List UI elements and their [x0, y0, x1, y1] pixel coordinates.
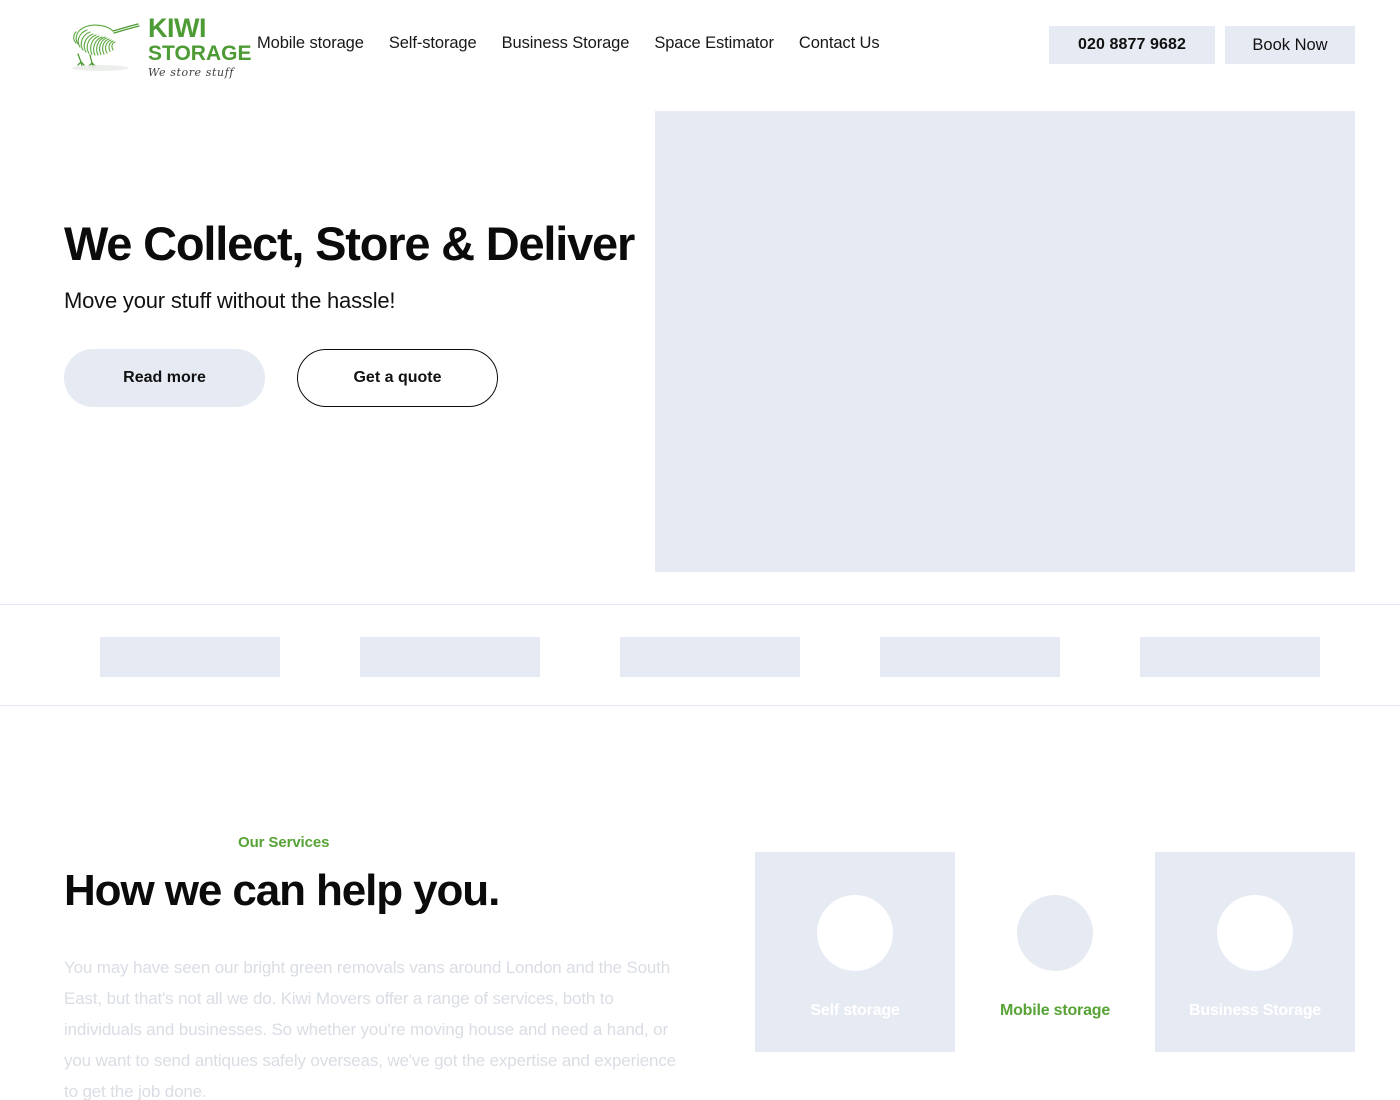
site-logo[interactable]: KIWI STORAGE We store stuff	[64, 14, 251, 78]
partner-logo-strip	[0, 605, 1400, 705]
mobile-storage-icon	[1017, 895, 1093, 971]
hero-subtitle: Move your stuff without the hassle!	[64, 288, 396, 313]
nav-item-business-storage[interactable]: Business Storage	[502, 34, 630, 53]
partner-logo-placeholder-3	[620, 637, 800, 677]
service-card-business-storage[interactable]: Business Storage	[1155, 852, 1355, 1052]
main-navigation: Mobile storage Self-storage Business Sto…	[257, 34, 880, 53]
services-paragraph: You may have seen our bright green remov…	[64, 958, 676, 1100]
nav-item-space-estimator[interactable]: Space Estimator	[654, 34, 774, 53]
hero-cta-group: Read more Get a quote	[64, 349, 498, 407]
service-card-label: Business Storage	[1189, 1002, 1321, 1019]
read-more-button[interactable]: Read more	[64, 349, 265, 407]
header-actions: 020 8877 9682 Book Now	[1049, 26, 1355, 64]
site-header: KIWI STORAGE We store stuff Mobile stora…	[0, 0, 1400, 92]
page-root: KIWI STORAGE We store stuff Mobile stora…	[0, 0, 1400, 1100]
services-title: How we can help you.	[64, 866, 500, 915]
phone-button[interactable]: 020 8877 9682	[1049, 26, 1215, 64]
kiwi-bird-logo-icon	[72, 23, 140, 71]
nav-item-mobile-storage[interactable]: Mobile storage	[257, 34, 364, 53]
business-storage-icon	[1217, 895, 1293, 971]
book-now-button[interactable]: Book Now	[1225, 26, 1355, 64]
service-card-label: Mobile storage	[999, 1002, 1111, 1019]
nav-item-self-storage[interactable]: Self-storage	[389, 34, 477, 53]
service-card-self-storage[interactable]: Self storage	[755, 852, 955, 1052]
logo-brand-line2: STORAGE	[148, 41, 252, 65]
logo-tagline: We store stuff	[148, 65, 235, 79]
service-card-mobile-storage[interactable]: Mobile storage	[955, 852, 1155, 1052]
services-eyebrow: Our Services	[238, 834, 330, 851]
partner-logo-placeholder-2	[360, 637, 540, 677]
logo-brand-line1: KIWI	[148, 12, 207, 43]
partner-logo-placeholder-4	[880, 637, 1060, 677]
strip-divider-bottom	[0, 705, 1400, 706]
partner-logo-placeholder-5	[1140, 637, 1320, 677]
hero-title: We Collect, Store & Deliver	[64, 217, 635, 270]
service-cards: Self storage Mobile storage Business Sto…	[755, 852, 1355, 1052]
self-storage-icon	[817, 895, 893, 971]
hero-image-placeholder	[655, 111, 1355, 572]
service-card-label: Self storage	[810, 1002, 900, 1019]
nav-item-contact-us[interactable]: Contact Us	[799, 34, 880, 53]
partner-logo-placeholder-1	[100, 637, 280, 677]
get-a-quote-button[interactable]: Get a quote	[297, 349, 498, 407]
logo-wordmark: KIWI STORAGE We store stuff	[148, 13, 251, 78]
